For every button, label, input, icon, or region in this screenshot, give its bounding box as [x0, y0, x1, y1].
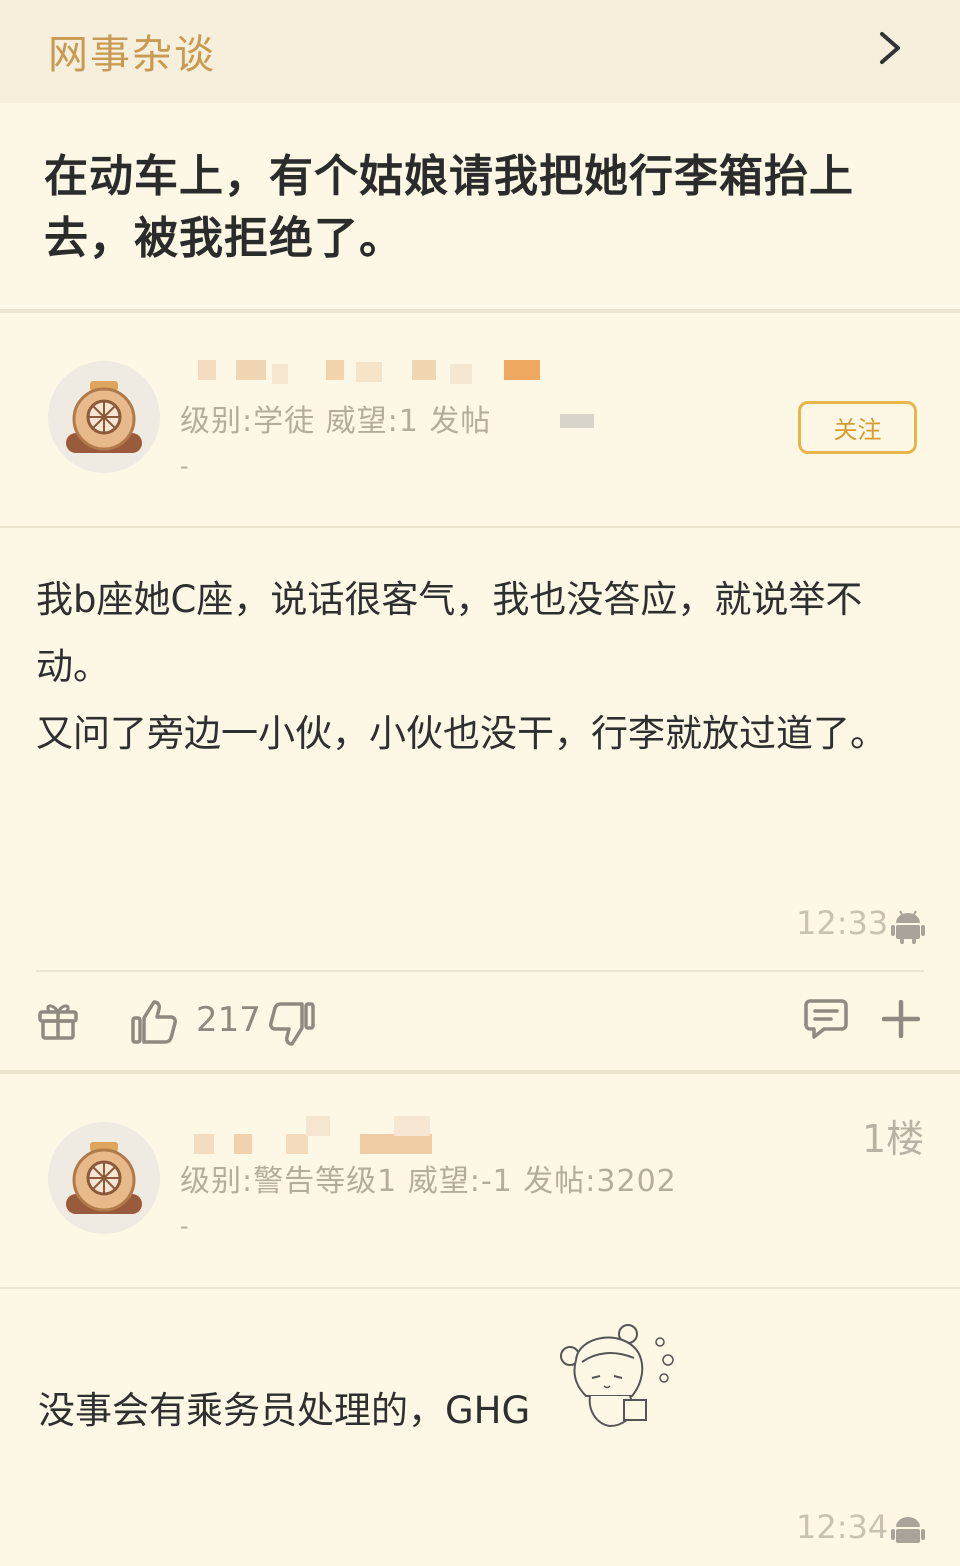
username-redacted[interactable]	[180, 1114, 440, 1154]
android-icon	[891, 910, 925, 944]
divider	[0, 1287, 960, 1289]
thread-title: 在动车上，有个姑娘请我把她行李箱抬上去，被我拒绝了。	[44, 151, 854, 264]
plus-icon[interactable]	[882, 1000, 920, 1038]
post-time: 12:33	[796, 904, 889, 942]
diver-helmet-icon	[48, 361, 160, 473]
forum-header[interactable]: 网事杂谈	[0, 0, 960, 103]
user-signature: -	[180, 1212, 189, 1240]
forum-name[interactable]: 网事杂谈	[48, 22, 216, 80]
diver-helmet-icon	[48, 1122, 160, 1234]
follow-button[interactable]: 关注	[798, 401, 917, 454]
user-meta: 级别:学徒 威望:1 发帖	[180, 404, 492, 439]
user-meta: 级别:警告等级1 威望:-1 发帖:3202	[180, 1164, 677, 1199]
redacted-count	[560, 414, 594, 428]
reply-body: 没事会有乘务员处理的，GHG	[38, 1389, 531, 1432]
thumbs-down-icon[interactable]	[268, 1000, 316, 1048]
gift-icon[interactable]	[36, 998, 80, 1042]
like-count: 217	[196, 1000, 261, 1040]
post-body: 我b座她C座，说话很客气，我也没答应，就说举不动。 又问了旁边一小伙，小伙也没干…	[36, 566, 936, 767]
avatar[interactable]	[48, 361, 160, 473]
divider	[0, 309, 960, 313]
android-icon	[891, 1517, 925, 1543]
anime-girl-sticker-icon	[560, 1324, 674, 1428]
floor-number: 1楼	[862, 1117, 925, 1161]
thumbs-up-icon[interactable]	[130, 998, 178, 1046]
divider	[36, 970, 924, 972]
reply-time: 12:34	[796, 1508, 889, 1546]
comment-icon[interactable]	[804, 998, 848, 1040]
username-redacted[interactable]	[180, 358, 550, 398]
post-paragraph: 又问了旁边一小伙，小伙也没干，行李就放过道了。	[36, 712, 887, 755]
post-paragraph: 我b座她C座，说话很客气，我也没答应，就说举不动。	[36, 578, 863, 688]
avatar[interactable]	[48, 1122, 160, 1234]
divider	[0, 526, 960, 528]
divider	[0, 1070, 960, 1074]
user-signature: -	[180, 452, 189, 480]
chevron-right-icon[interactable]	[872, 28, 908, 68]
